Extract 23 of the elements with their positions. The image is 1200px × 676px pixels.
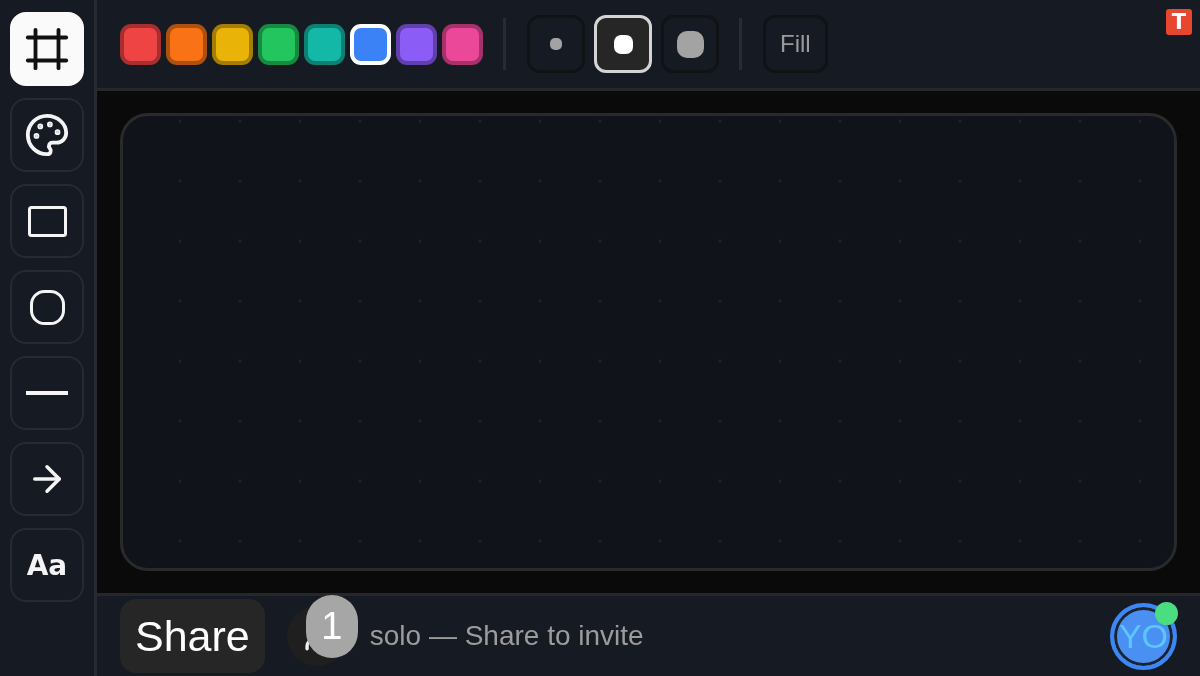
fill-button[interactable]: Fill — [763, 15, 828, 73]
tool-button[interactable] — [10, 184, 84, 258]
tool-button[interactable]: Aa — [10, 528, 84, 602]
color-swatch[interactable] — [166, 23, 207, 65]
palette-icon — [24, 112, 70, 158]
rectangle-icon — [27, 205, 67, 237]
tool-button[interactable] — [10, 98, 84, 172]
participant-count: 1 — [305, 595, 358, 658]
color-swatch[interactable] — [396, 23, 437, 65]
color-swatch[interactable] — [212, 23, 253, 65]
color-swatch[interactable] — [304, 23, 345, 65]
share-button[interactable]: Share — [120, 599, 265, 673]
stroke-size-button[interactable] — [527, 15, 585, 73]
tool-button[interactable] — [10, 356, 84, 430]
color-swatch[interactable] — [442, 23, 483, 65]
color-swatch[interactable] — [120, 23, 161, 65]
stroke-size-button[interactable] — [661, 15, 719, 73]
frame-icon — [24, 26, 70, 72]
tool-button[interactable] — [10, 270, 84, 344]
app-logo: T — [1166, 9, 1192, 35]
color-swatch[interactable] — [258, 23, 299, 65]
tool-button[interactable] — [10, 442, 84, 516]
status-text: solo — Share to invite — [369, 620, 644, 652]
